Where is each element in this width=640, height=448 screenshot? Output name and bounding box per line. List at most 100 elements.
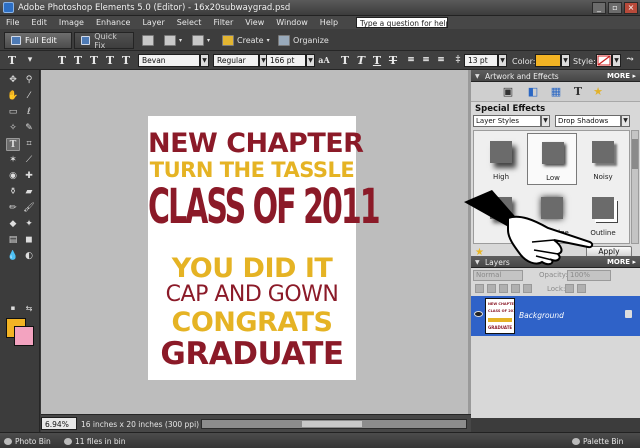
horizontal-type-icon[interactable]: T <box>6 54 18 67</box>
menu-image[interactable]: Image <box>59 18 84 27</box>
clone-stamp-tool-icon[interactable]: ⚱ <box>6 186 20 199</box>
type-tool-icon[interactable]: T <box>56 54 68 67</box>
paint-bucket-tool-icon[interactable]: ◆ <box>6 218 20 231</box>
artwork-more-button[interactable]: MORE ▸ <box>607 72 636 80</box>
favorites-star-icon[interactable]: ★ <box>591 85 605 99</box>
chevron-down-icon[interactable]: ▼ <box>561 54 570 67</box>
adjustment-layer-icon[interactable] <box>487 284 496 293</box>
text-on-path-icon[interactable]: T <box>120 54 132 67</box>
layers-more-button[interactable]: MORE ▸ <box>607 258 636 266</box>
red-eye-tool-icon[interactable]: ◉ <box>6 170 20 183</box>
tab-full-edit[interactable]: Full Edit <box>4 32 72 49</box>
menu-view[interactable]: View <box>245 18 264 27</box>
visibility-eye-icon[interactable] <box>474 311 483 317</box>
print-button[interactable] <box>142 34 154 47</box>
move-tool-icon[interactable]: ✥ <box>6 74 20 87</box>
text-color-swatch[interactable] <box>535 54 561 67</box>
chevron-down-icon[interactable]: ▼ <box>306 54 315 67</box>
effect-noisy[interactable]: Noisy <box>578 133 628 185</box>
gradient-tool-icon[interactable]: ▤ <box>6 234 20 247</box>
zoom-level-field[interactable]: 6.94% <box>41 417 77 430</box>
menu-help[interactable]: Help <box>320 18 338 27</box>
align-right-icon[interactable]: ≡ <box>435 54 447 67</box>
selection-brush-tool-icon[interactable]: ✎ <box>22 122 36 135</box>
underline-icon[interactable]: T <box>371 54 383 67</box>
lock-transparent-icon[interactable] <box>523 284 532 293</box>
chevron-down-icon[interactable]: ▼ <box>200 54 209 67</box>
font-family-select[interactable]: Bevan <box>138 54 200 67</box>
hand-tool-icon[interactable]: ✋ <box>6 90 20 103</box>
menu-filter[interactable]: Filter <box>213 18 233 27</box>
menu-edit[interactable]: Edit <box>31 18 47 27</box>
share-button[interactable]: ▾ <box>164 34 182 47</box>
effects-scrollbar-thumb[interactable] <box>632 139 638 169</box>
lock-pixels-icon[interactable] <box>565 284 574 293</box>
lock-all-icon[interactable] <box>577 284 586 293</box>
bin-menu-icon[interactable] <box>64 438 72 445</box>
new-layer-icon[interactable] <box>475 284 484 293</box>
horizontal-scrollbar-thumb[interactable] <box>302 421 362 427</box>
palette-bin-toggle[interactable]: Palette Bin <box>572 437 623 446</box>
align-center-icon[interactable]: ≡ <box>420 54 432 67</box>
lasso-tool-icon[interactable]: ℓ <box>22 106 36 119</box>
healing-brush-tool-icon[interactable]: ✚ <box>22 170 36 183</box>
close-button[interactable]: × <box>624 2 638 14</box>
chevron-down-icon[interactable]: ▼ <box>612 54 621 67</box>
type-tool-icon[interactable]: T <box>6 138 20 151</box>
effect-low[interactable]: Low <box>527 133 577 185</box>
anti-aliasing-icon[interactable]: aA <box>318 54 330 67</box>
cookie-cutter-tool-icon[interactable]: ✶ <box>6 154 20 167</box>
opacity-field[interactable]: 100% <box>567 270 611 281</box>
layer-name[interactable]: Background <box>519 311 564 320</box>
help-search-input[interactable]: Type a question for help <box>356 17 449 28</box>
font-style-select[interactable]: Regular <box>213 54 259 67</box>
delete-layer-icon[interactable] <box>499 284 508 293</box>
type-mask-icon[interactable]: T <box>88 54 100 67</box>
blur-tool-icon[interactable]: 💧 <box>6 250 20 263</box>
shape-tool-icon[interactable]: ◼ <box>22 234 36 247</box>
document-canvas[interactable]: NEW CHAPTER TURN THE TASSLE CLASS OF 201… <box>148 116 381 380</box>
eraser-tool-icon[interactable]: ▰ <box>22 186 36 199</box>
effect-high[interactable]: High <box>476 133 526 185</box>
menu-enhance[interactable]: Enhance <box>96 18 131 27</box>
chevron-down-icon[interactable]: ▾ <box>24 54 36 67</box>
effect-subcategory-select[interactable]: Drop Shadows <box>555 115 621 127</box>
organize-share-button[interactable]: ▾ <box>192 34 210 47</box>
sponge-tool-icon[interactable]: ◐ <box>22 250 36 263</box>
effect-category-select[interactable]: Layer Styles <box>473 115 541 127</box>
organize-button[interactable]: Organize <box>278 34 329 47</box>
smart-brush-tool-icon[interactable]: ✦ <box>22 218 36 231</box>
chevron-down-icon[interactable]: ▼ <box>541 115 550 127</box>
chevron-down-icon[interactable]: ▼ <box>498 54 507 67</box>
eyedropper-tool-icon[interactable]: ⁄ <box>22 90 36 103</box>
brush-tool-icon[interactable]: 🖌 <box>22 202 36 215</box>
menu-window[interactable]: Window <box>276 18 308 27</box>
menu-select[interactable]: Select <box>177 18 202 27</box>
default-colors-icon[interactable]: ▪ <box>6 302 20 315</box>
vertical-type-mask-icon[interactable]: T <box>104 54 116 67</box>
menu-file[interactable]: File <box>6 18 19 27</box>
maximize-button[interactable]: ▫ <box>608 2 622 14</box>
chevron-down-icon[interactable]: ▼ <box>621 115 630 127</box>
style-none-swatch[interactable] <box>596 54 612 67</box>
align-left-icon[interactable]: ≡ <box>405 54 417 67</box>
minimize-button[interactable]: _ <box>592 2 606 14</box>
text-effects-icon[interactable]: T <box>571 85 585 99</box>
artwork-effects-header[interactable]: ▼ Artwork and Effects MORE ▸ <box>471 70 640 82</box>
tab-quick-fix[interactable]: Quick Fix <box>74 32 134 50</box>
canvas-area[interactable]: NEW CHAPTER TURN THE TASSLE CLASS OF 201… <box>41 70 468 414</box>
background-color-swatch[interactable] <box>14 326 34 346</box>
italic-icon[interactable]: T <box>355 54 367 67</box>
menu-layer[interactable]: Layer <box>142 18 164 27</box>
collapse-arrow-icon[interactable]: ▼ <box>475 73 480 80</box>
vertical-type-icon[interactable]: T <box>72 54 84 67</box>
blend-mode-select[interactable]: Normal <box>473 270 523 281</box>
bold-icon[interactable]: T <box>339 54 351 67</box>
artwork-icon[interactable]: ▣ <box>501 85 515 99</box>
create-button[interactable]: Create ▾ <box>222 34 270 47</box>
horizontal-scrollbar[interactable] <box>201 419 467 429</box>
link-layers-icon[interactable] <box>511 284 520 293</box>
straighten-tool-icon[interactable]: ⟋ <box>22 154 36 167</box>
special-effects-icon[interactable]: ◧ <box>526 85 540 99</box>
effects-scrollbar[interactable] <box>631 130 639 244</box>
